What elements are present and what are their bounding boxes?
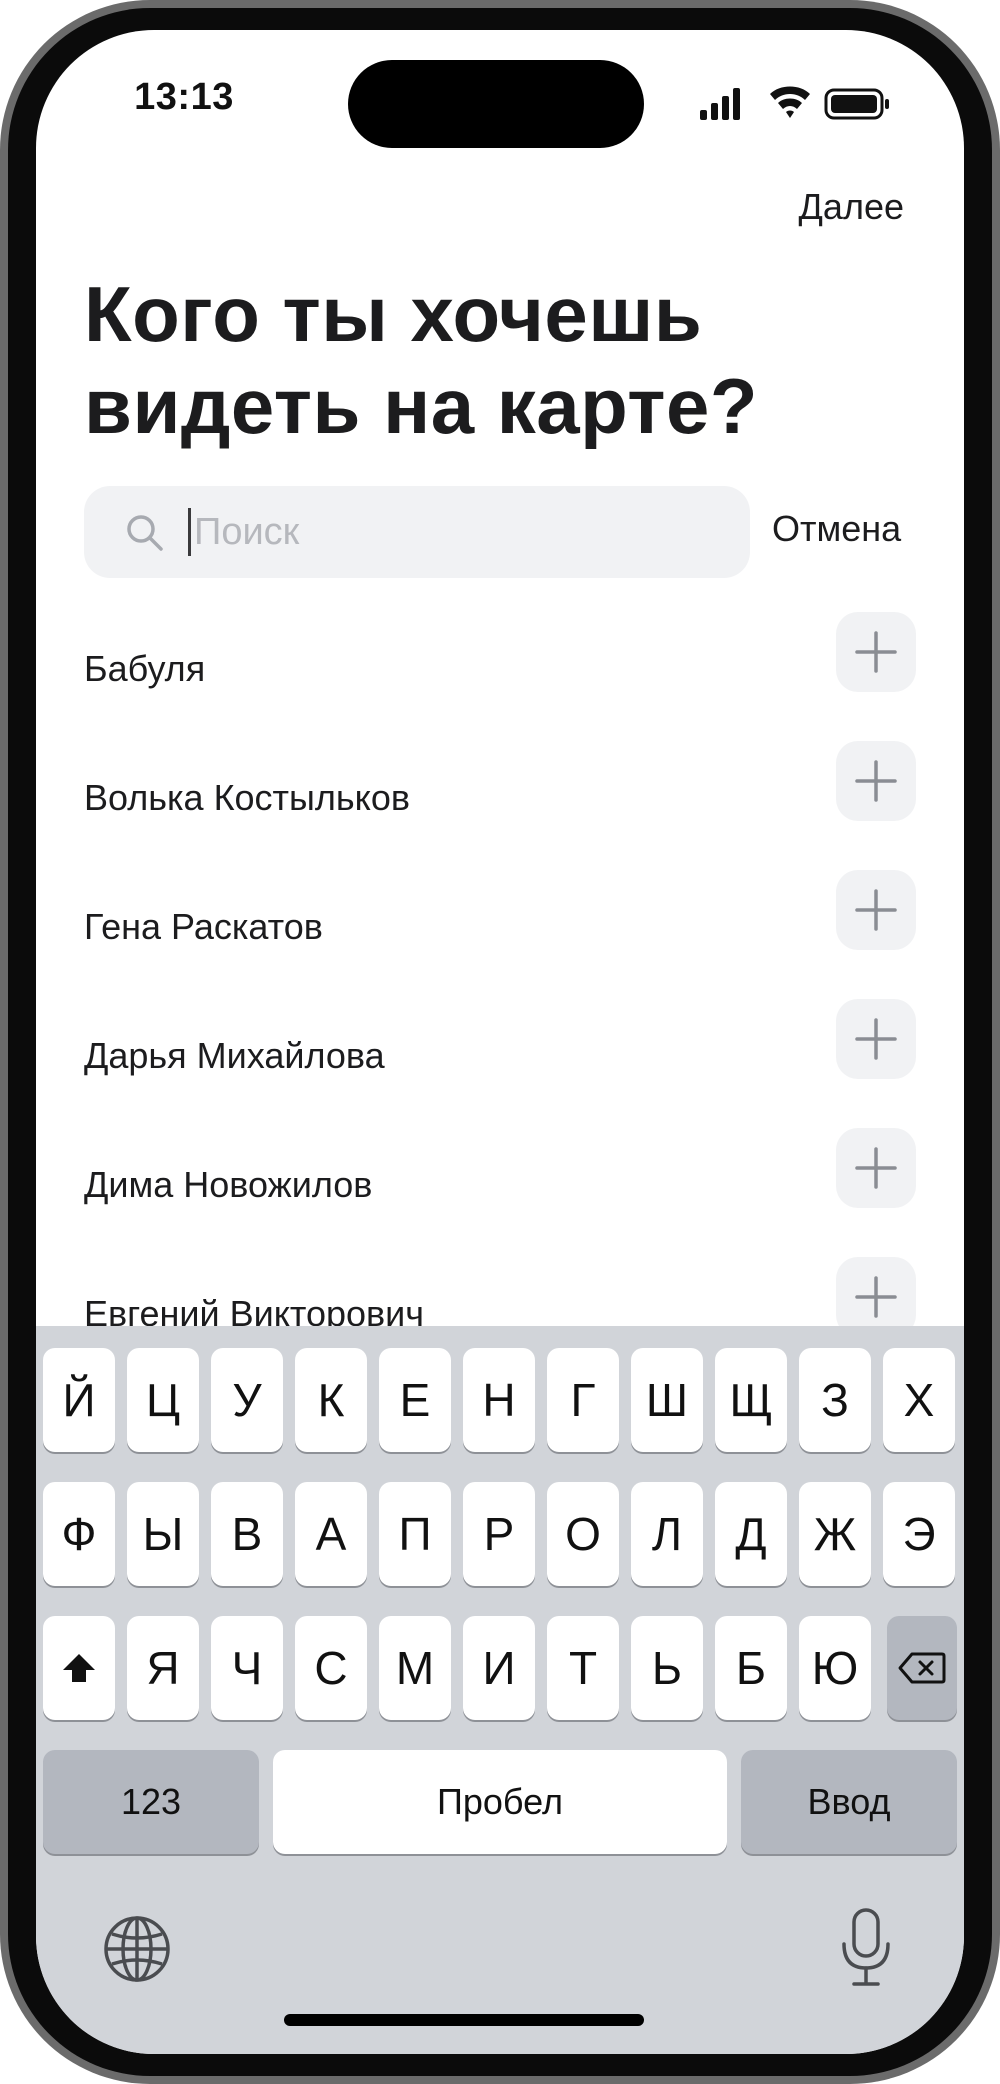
plus-icon	[855, 889, 897, 931]
key-letter[interactable]: П	[379, 1482, 451, 1586]
status-time: 13:13	[134, 76, 234, 118]
key-letter[interactable]: Ь	[631, 1616, 703, 1720]
key-letter[interactable]: Ц	[127, 1348, 199, 1452]
plus-icon	[855, 1018, 897, 1060]
key-letter[interactable]: Ж	[799, 1482, 871, 1586]
contact-name: Гена Раскатов	[84, 906, 323, 947]
microphone-icon	[842, 1908, 890, 1986]
dynamic-island	[348, 60, 644, 148]
on-screen-keyboard: Й Ц У К Е Н Г Ш Щ З Х Ф Ы В А П Р О Л Д …	[36, 1326, 964, 2054]
dictation-key[interactable]	[836, 1906, 896, 1990]
wifi-icon	[770, 86, 810, 118]
key-letter[interactable]: Щ	[715, 1348, 787, 1452]
contact-row: Гена Раскатов	[84, 868, 916, 996]
key-letter[interactable]: Ф	[43, 1482, 115, 1586]
key-letter[interactable]: Г	[547, 1348, 619, 1452]
key-letter[interactable]: Ш	[631, 1348, 703, 1452]
shift-key[interactable]	[43, 1616, 115, 1720]
key-letter[interactable]: Ы	[127, 1482, 199, 1586]
contact-row: Дарья Михайлова	[84, 997, 916, 1125]
key-letter[interactable]: З	[799, 1348, 871, 1452]
space-key[interactable]: Пробел	[273, 1750, 727, 1854]
key-letter[interactable]: Р	[463, 1482, 535, 1586]
return-key[interactable]: Ввод	[741, 1750, 957, 1854]
add-contact-button[interactable]	[836, 1128, 916, 1208]
key-letter[interactable]: Н	[463, 1348, 535, 1452]
shift-icon	[63, 1654, 95, 1682]
contact-row: Дима Новожилов	[84, 1126, 916, 1254]
cellular-signal-icon	[700, 88, 740, 120]
key-letter[interactable]: Ч	[211, 1616, 283, 1720]
page-title: Кого ты хочешь видеть на карте?	[84, 268, 904, 452]
add-contact-button[interactable]	[836, 1257, 916, 1337]
globe-key[interactable]	[102, 1914, 172, 1984]
contact-name: Дарья Михайлова	[84, 1035, 385, 1076]
key-letter[interactable]: Л	[631, 1482, 703, 1586]
add-contact-button[interactable]	[836, 999, 916, 1079]
next-button[interactable]: Далее	[799, 186, 904, 228]
key-letter[interactable]: А	[295, 1482, 367, 1586]
key-letter[interactable]: М	[379, 1616, 451, 1720]
add-contact-button[interactable]	[836, 612, 916, 692]
key-letter[interactable]: Е	[379, 1348, 451, 1452]
status-icons	[696, 84, 896, 124]
key-letter[interactable]: Ю	[799, 1616, 871, 1720]
backspace-icon	[898, 1652, 946, 1684]
key-letter[interactable]: Х	[883, 1348, 955, 1452]
key-letter[interactable]: Э	[883, 1482, 955, 1586]
backspace-key[interactable]	[887, 1616, 957, 1720]
contact-name: Бабуля	[84, 648, 206, 689]
key-letter[interactable]: Д	[715, 1482, 787, 1586]
search-field[interactable]	[84, 486, 750, 578]
key-letter[interactable]: И	[463, 1616, 535, 1720]
globe-icon	[104, 1916, 170, 1982]
key-letter[interactable]: В	[211, 1482, 283, 1586]
page-title-line-2: видеть на карте?	[84, 362, 759, 450]
contact-row: Волька Костыльков	[84, 739, 916, 867]
key-letter[interactable]: К	[295, 1348, 367, 1452]
key-letter[interactable]: Я	[127, 1616, 199, 1720]
home-indicator[interactable]	[284, 2014, 644, 2026]
key-letter[interactable]: Й	[43, 1348, 115, 1452]
key-letter[interactable]: О	[547, 1482, 619, 1586]
plus-icon	[855, 1147, 897, 1189]
plus-icon	[855, 631, 897, 673]
key-letter[interactable]: Т	[547, 1616, 619, 1720]
contact-name: Дима Новожилов	[84, 1164, 373, 1205]
key-letter[interactable]: У	[211, 1348, 283, 1452]
contact-row: Бабуля	[84, 610, 916, 738]
key-letter[interactable]: Б	[715, 1616, 787, 1720]
search-icon	[124, 512, 164, 552]
numbers-key[interactable]: 123	[43, 1750, 259, 1854]
contact-name: Волька Костыльков	[84, 777, 410, 818]
text-caret	[188, 508, 191, 556]
plus-icon	[855, 1276, 897, 1318]
battery-icon	[824, 88, 889, 120]
add-contact-button[interactable]	[836, 870, 916, 950]
search-input[interactable]	[184, 486, 734, 578]
cancel-button[interactable]: Отмена	[772, 508, 901, 550]
key-letter[interactable]: С	[295, 1616, 367, 1720]
add-contact-button[interactable]	[836, 741, 916, 821]
plus-icon	[855, 760, 897, 802]
page-title-line-1: Кого ты хочешь	[84, 270, 703, 358]
